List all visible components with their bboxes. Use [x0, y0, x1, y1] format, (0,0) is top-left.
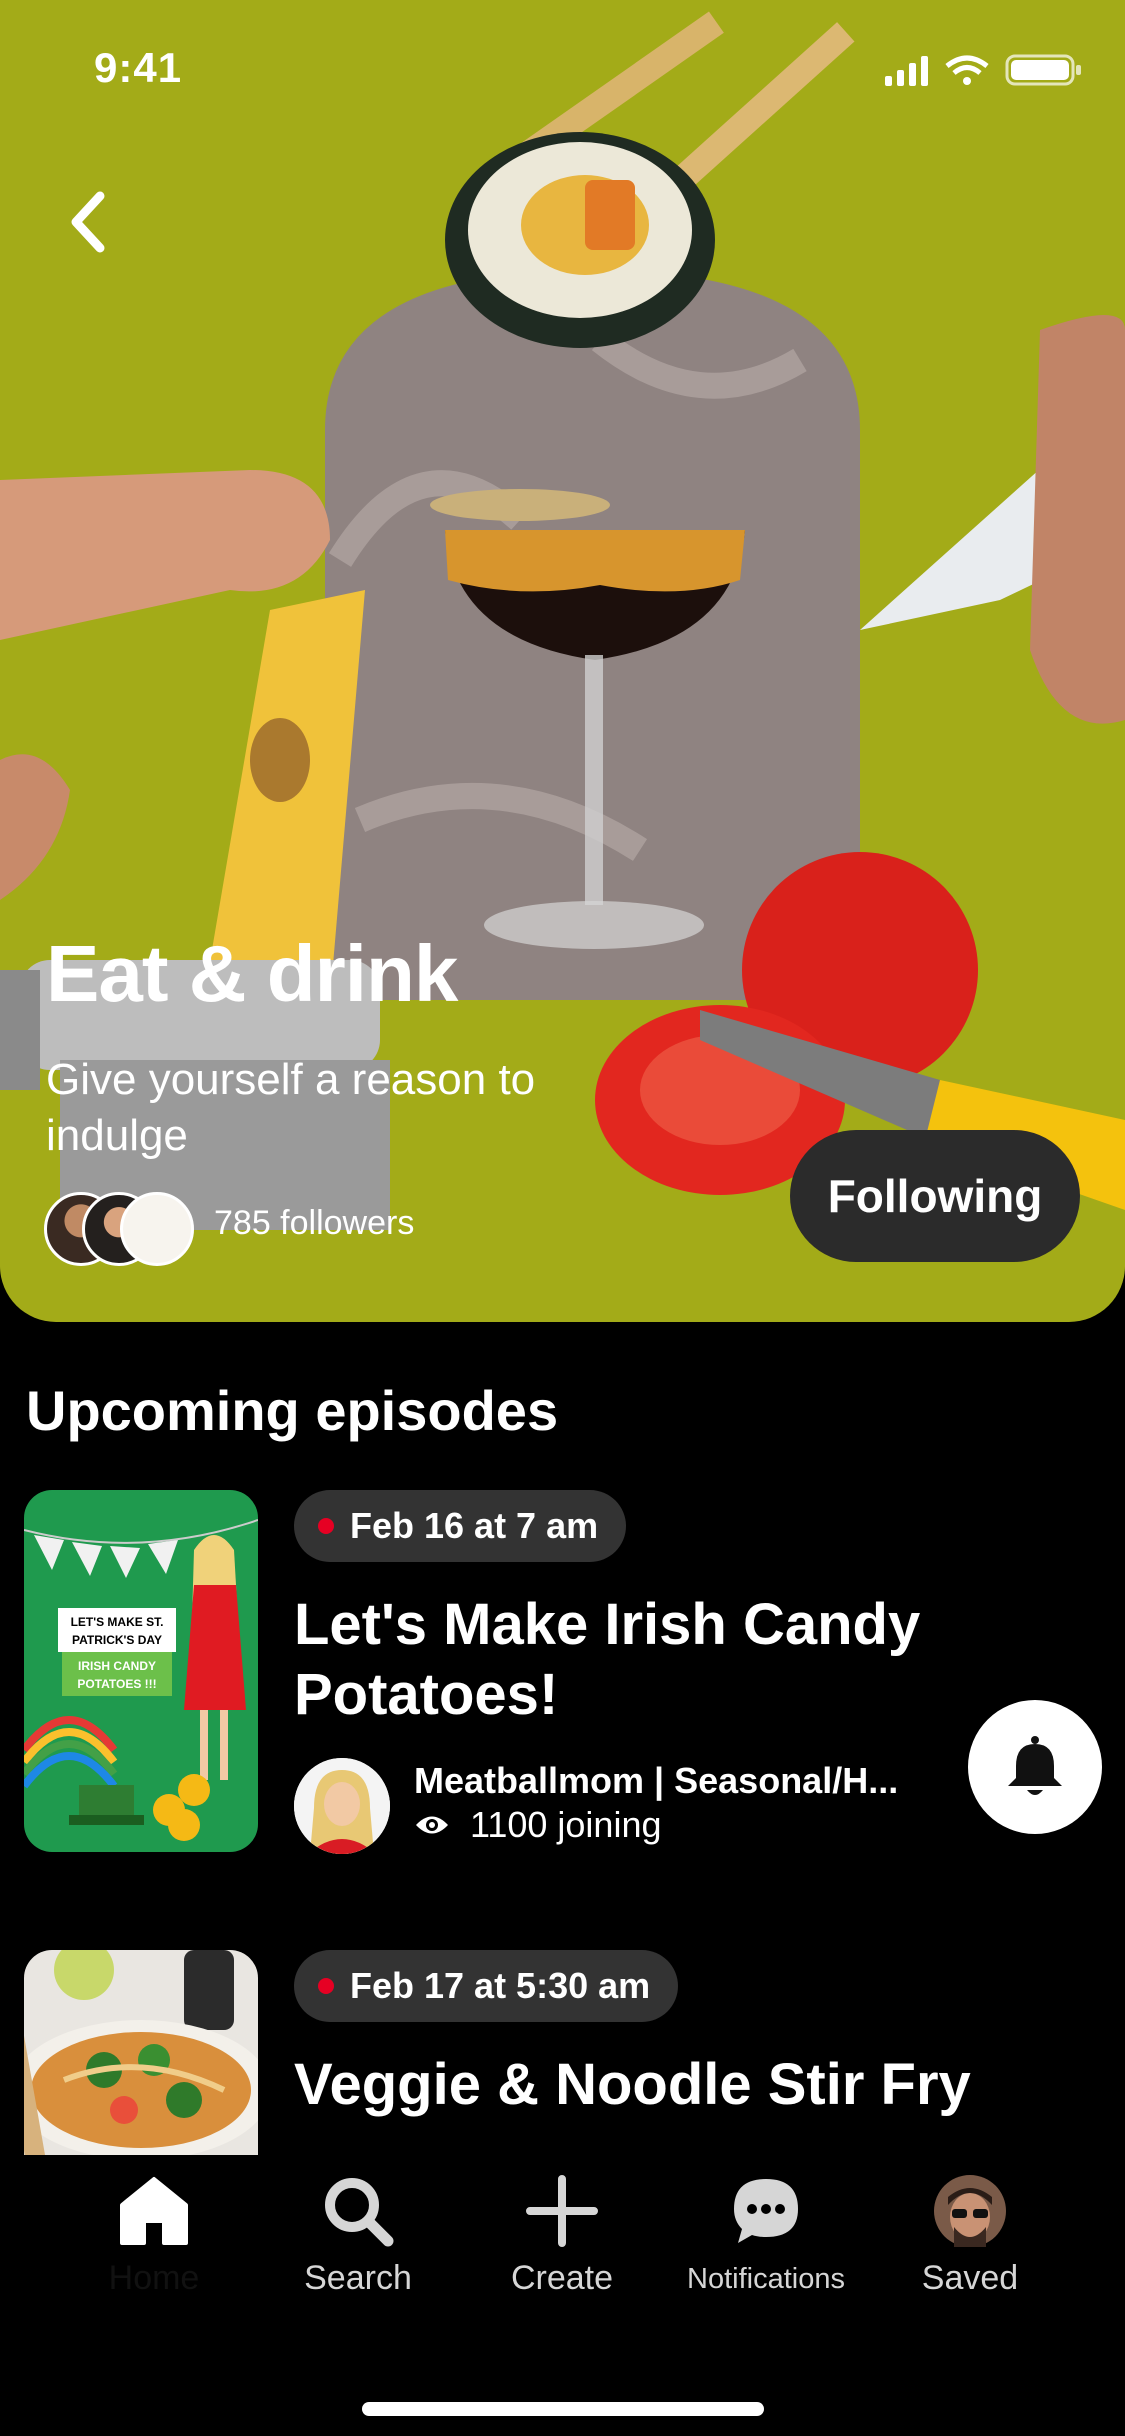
chat-bubble-icon [734, 2179, 798, 2243]
host-name[interactable]: Meatballmom | Seasonal/H... [414, 1760, 934, 1802]
episode-title[interactable]: Let's Make Irish Candy Potatoes! [294, 1590, 994, 1730]
home-icon [120, 2177, 188, 2245]
episode-thumbnail-image: LET'S MAKE ST. PATRICK'S DAY IRISH CANDY… [24, 1490, 258, 1852]
joining-count: 1100 joining [414, 1804, 662, 1846]
home-indicator [362, 2402, 764, 2416]
svg-text:PATRICK'S DAY: PATRICK'S DAY [72, 1633, 162, 1647]
episode-date-pill: Feb 17 at 5:30 am [294, 1950, 679, 2022]
status-icons [885, 54, 1081, 86]
back-arrow-icon[interactable] [60, 180, 130, 260]
svg-text:POTATOES !!!: POTATOES !!! [77, 1677, 156, 1691]
hero-subtitle: Give yourself a reason to indulge [46, 1055, 536, 1160]
episode-card[interactable]: LET'S MAKE ST. PATRICK'S DAY IRISH CANDY… [0, 1490, 1125, 1890]
live-dot-icon [318, 1518, 334, 1534]
tab-label: Search [304, 2259, 412, 2297]
episode-date-pill: Feb 16 at 7 am [294, 1490, 627, 1562]
tab-saved[interactable]: Saved [870, 2175, 1070, 2297]
svg-text:IRISH CANDY: IRISH CANDY [78, 1659, 156, 1673]
episode-date: Feb 17 at 5:30 am [350, 1965, 651, 2006]
tab-label: Notifications [687, 2263, 845, 2295]
reminder-bell-button[interactable] [968, 1700, 1102, 1834]
live-dot-icon [318, 1978, 334, 1994]
followers-count: 785 followers [214, 1204, 415, 1242]
profile-avatar [934, 2175, 1006, 2247]
bell-icon [1008, 1736, 1062, 1795]
episode-title[interactable]: Veggie & Noodle Stir Fry [294, 2050, 994, 2120]
svg-text:LET'S MAKE ST.: LET'S MAKE ST. [71, 1615, 164, 1629]
tab-search[interactable]: Search [258, 2175, 458, 2297]
host-avatar[interactable] [294, 1758, 390, 1854]
tab-notifications[interactable]: Notifications [666, 2175, 866, 2295]
follower-avatars [44, 1192, 194, 1266]
bottom-tab-bar: Home Search Create Notifications Saved [0, 2155, 1125, 2436]
plus-icon [526, 2175, 598, 2247]
tab-home[interactable]: Home [54, 2175, 254, 2297]
status-time: 9:41 [94, 44, 183, 91]
joining-text: 1100 joining [470, 1804, 662, 1845]
follower-avatar [120, 1192, 194, 1266]
eye-icon [416, 1816, 448, 1834]
episode-thumbnail[interactable]: LET'S MAKE ST. PATRICK'S DAY IRISH CANDY… [24, 1490, 258, 1852]
following-button[interactable]: Following [790, 1130, 1080, 1262]
section-title: Upcoming episodes [26, 1379, 559, 1442]
episode-date: Feb 16 at 7 am [350, 1505, 599, 1546]
host-avatar-image [294, 1758, 390, 1854]
hero-title: Eat & drink [46, 929, 458, 1018]
tab-create[interactable]: Create [462, 2175, 662, 2297]
hero-banner: 9:41 Eat & drink Give yourself a reason … [0, 0, 1125, 1322]
tab-label: Home [108, 2259, 200, 2297]
tab-label: Create [510, 2259, 614, 2297]
tab-label: Saved [921, 2259, 1019, 2297]
search-icon [325, 2178, 394, 2247]
